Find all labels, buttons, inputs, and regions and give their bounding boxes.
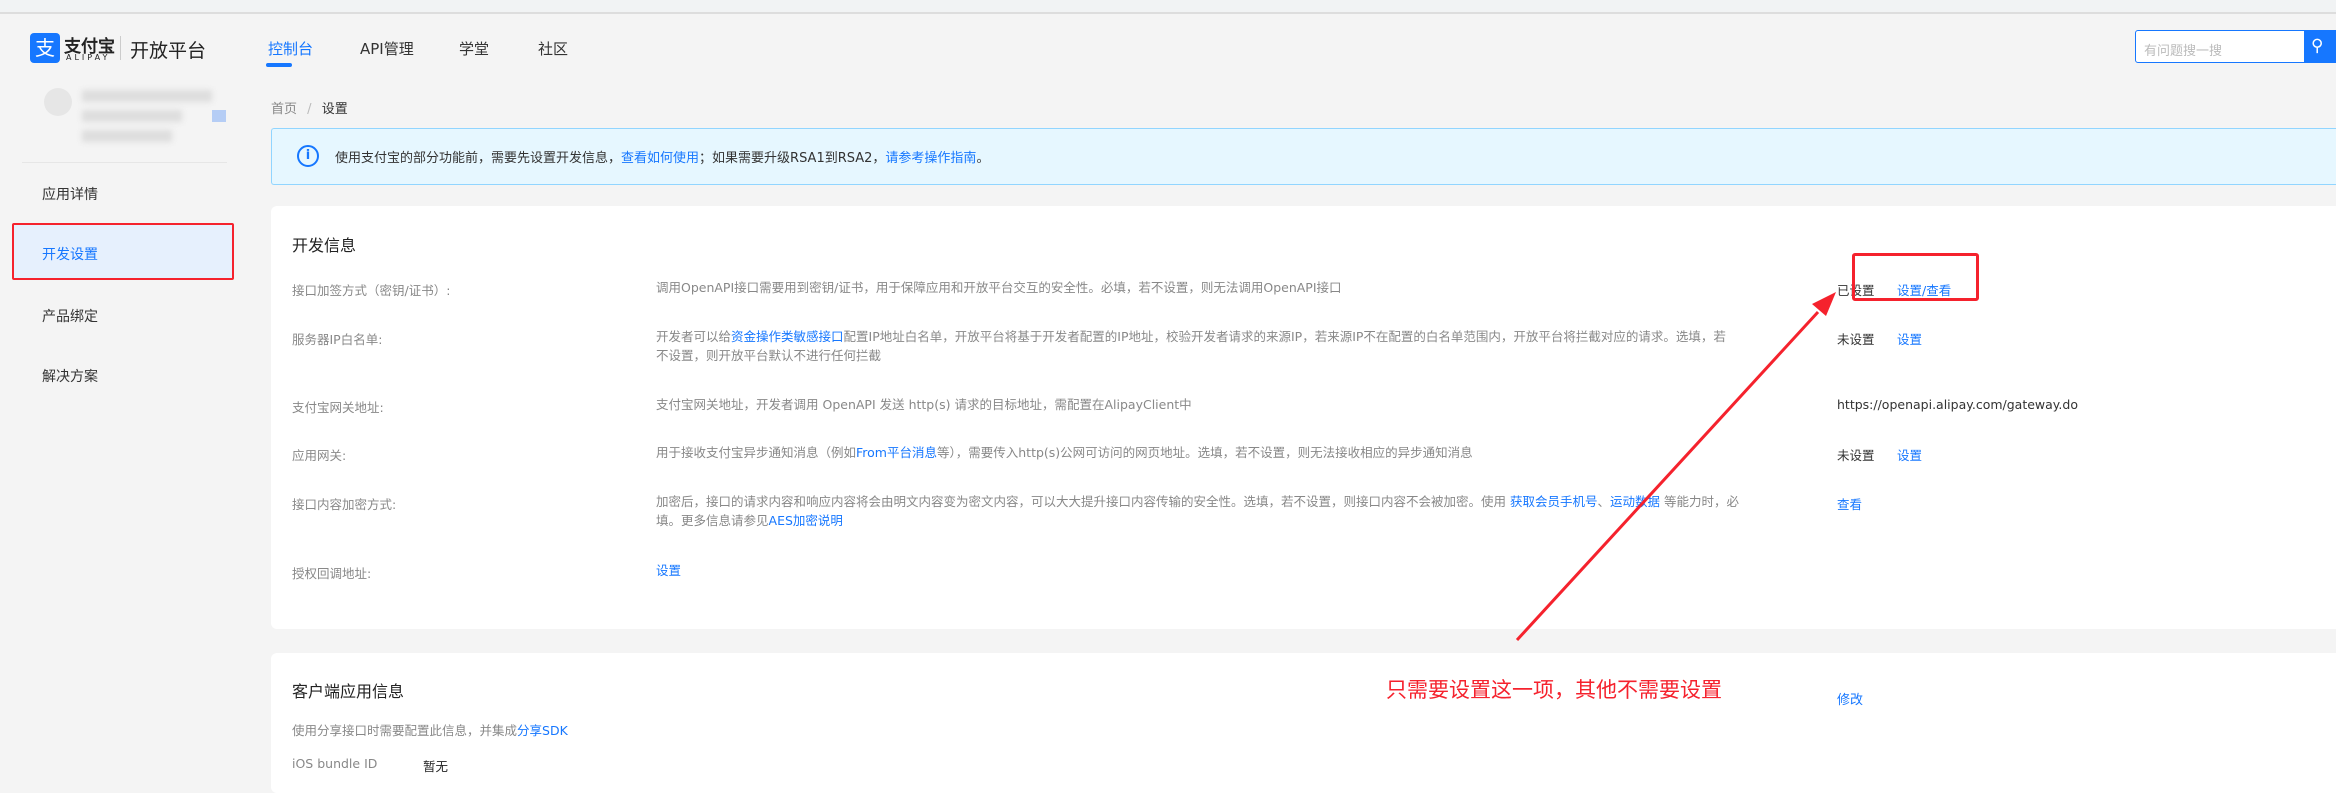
annotation-arrow-icon xyxy=(1515,292,1836,642)
annotation-text: 只需要设置这一项，其他不需要设置 xyxy=(1386,678,1722,702)
